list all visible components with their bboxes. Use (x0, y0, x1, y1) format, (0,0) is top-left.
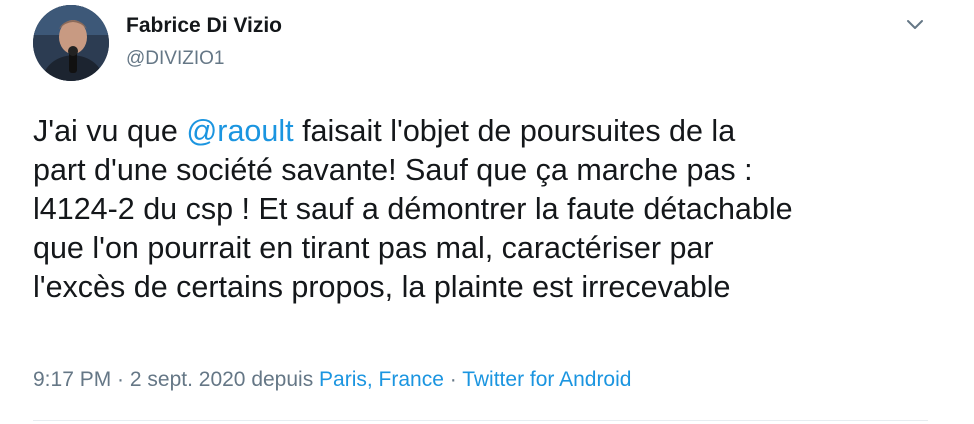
divider (33, 420, 928, 421)
separator: · (111, 368, 130, 391)
avatar-photo (33, 5, 109, 81)
tweet-text-segment: faisait l'objet de poursuites de la (293, 114, 736, 148)
tweet-time[interactable]: 9:17 PM (33, 368, 111, 391)
tweet-date[interactable]: 2 sept. 2020 (130, 368, 246, 391)
author-handle[interactable]: @DIVIZIO1 (126, 48, 224, 70)
tweet-line: que l'on pourrait en tirant pas mal, car… (33, 231, 714, 265)
tweet-line: J'ai vu que @raoult faisait l'objet de p… (33, 112, 953, 151)
chevron-down-icon (907, 20, 923, 29)
location-link[interactable]: Paris, France (319, 368, 444, 391)
tweet-text: J'ai vu que @raoult faisait l'objet de p… (33, 112, 953, 307)
tweet-card: Fabrice Di Vizio @DIVIZIO1 J'ai vu que @… (0, 0, 974, 424)
more-options-button[interactable] (902, 12, 928, 38)
avatar[interactable] (33, 5, 109, 81)
separator: · (443, 368, 463, 391)
from-label: depuis (245, 368, 320, 391)
source-link[interactable]: Twitter for Android (462, 368, 631, 391)
tweet-line: part d'une société savante! Sauf que ça … (33, 153, 753, 187)
mention-link[interactable]: @raoult (186, 114, 293, 148)
tweet-line: l'excès de certains propos, la plainte e… (33, 270, 731, 304)
author-name[interactable]: Fabrice Di Vizio (126, 14, 282, 38)
tweet-text-segment: J'ai vu que (33, 114, 187, 148)
tweet-metadata: 9:17 PM · 2 sept. 2020 depuis Paris, Fra… (33, 368, 631, 392)
tweet-line: l4124-2 du csp ! Et sauf a démontrer la … (33, 192, 793, 226)
